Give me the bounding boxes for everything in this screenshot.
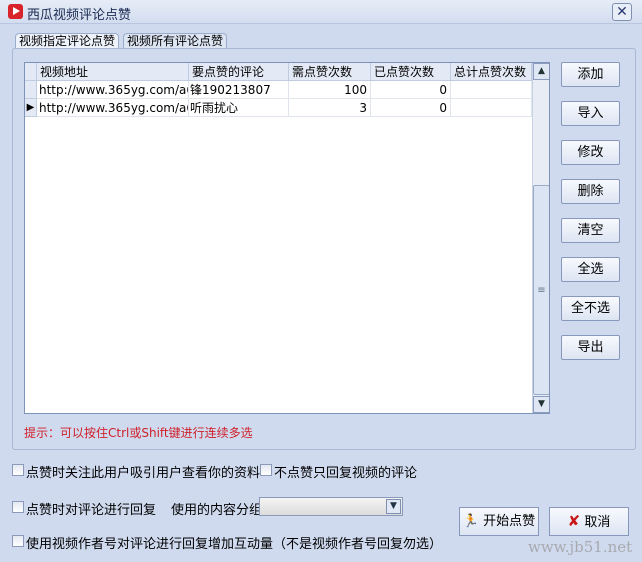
app-play-icon <box>8 4 23 19</box>
cell-done[interactable]: 0 <box>371 81 451 99</box>
cell-needed[interactable]: 100 <box>289 81 371 99</box>
hint-text: 提示：可以按住Ctrl或Shift键进行连续多选 <box>24 426 253 440</box>
scroll-down-icon[interactable]: ▼ <box>533 396 549 413</box>
scroll-up-icon[interactable]: ▲ <box>533 63 549 80</box>
follow-user-checkbox[interactable] <box>12 464 24 476</box>
export-button[interactable]: 导出 <box>561 335 620 360</box>
cell-needed[interactable]: 3 <box>289 99 371 117</box>
content-group-label: 使用的内容分组 <box>171 503 263 518</box>
reply-comment-checkbox[interactable] <box>12 501 24 513</box>
start-like-button[interactable]: 🏃 开始点赞 <box>459 507 539 536</box>
header-indicator <box>25 63 37 81</box>
column-header-total[interactable]: 总计点赞次数 <box>451 63 532 81</box>
current-row-arrow-icon[interactable]: ▶ <box>25 99 37 117</box>
cell-url[interactable]: http://www.365yg.com/a6523 <box>37 81 189 99</box>
reply-comment-label[interactable]: 点赞时对评论进行回复 <box>26 499 156 518</box>
start-like-label: 开始点赞 <box>483 514 536 529</box>
edit-button[interactable]: 修改 <box>561 140 620 165</box>
tab-specified-comments[interactable]: 视频指定评论点赞 <box>15 33 120 49</box>
column-header-needed[interactable]: 需点赞次数 <box>289 63 371 81</box>
cell-done[interactable]: 0 <box>371 99 451 117</box>
title-bar: 西瓜视频评论点赞 ✕ <box>0 0 642 24</box>
cell-total[interactable] <box>451 99 532 117</box>
cancel-label: 取消 <box>584 515 611 530</box>
window-title: 西瓜视频评论点赞 <box>27 8 132 23</box>
column-header-comment[interactable]: 要点赞的评论 <box>189 63 289 81</box>
reply-only-checkbox[interactable] <box>260 464 272 476</box>
running-man-icon: 🏃 <box>462 514 480 529</box>
tab-all-comments[interactable]: 视频所有评论点赞 <box>123 33 228 49</box>
column-header-done[interactable]: 已点赞次数 <box>371 63 451 81</box>
column-header-url[interactable]: 视频地址 <box>37 63 189 81</box>
task-grid[interactable]: 视频地址 要点赞的评论 需点赞次数 已点赞次数 总计点赞次数 http://ww… <box>24 62 550 414</box>
chevron-down-icon[interactable]: ▼ <box>386 499 401 514</box>
select-none-button[interactable]: 全不选 <box>561 296 620 321</box>
select-all-button[interactable]: 全选 <box>561 257 620 282</box>
cell-url[interactable]: http://www.365yg.com/a6523 <box>37 99 189 117</box>
author-reply-checkbox[interactable] <box>12 535 24 547</box>
cancel-button[interactable]: ✘ 取消 <box>549 507 629 536</box>
import-button[interactable]: 导入 <box>561 101 620 126</box>
author-reply-label[interactable]: 使用视频作者号对评论进行回复增加互动量（不是视频作者号回复勿选） <box>26 533 442 552</box>
scroll-thumb[interactable]: ≡ <box>533 185 549 395</box>
close-button[interactable]: ✕ <box>612 3 632 21</box>
cell-comment[interactable]: 锋190213807 <box>189 81 289 99</box>
delete-button[interactable]: 删除 <box>561 179 620 204</box>
reply-only-label[interactable]: 不点赞只回复视频的评论 <box>274 462 417 481</box>
cell-comment[interactable]: 听雨扰心 <box>189 99 289 117</box>
follow-user-label[interactable]: 点赞时关注此用户吸引用户查看你的资料 <box>26 462 260 481</box>
clear-button[interactable]: 清空 <box>561 218 620 243</box>
vertical-scrollbar[interactable]: ▲ ≡ ▼ <box>532 63 549 413</box>
red-x-icon: ✘ <box>567 512 581 530</box>
cell-total[interactable] <box>451 81 532 99</box>
content-group-select[interactable]: ▼ <box>259 497 403 516</box>
watermark: www.jb51.net <box>528 538 633 556</box>
add-button[interactable]: 添加 <box>561 62 620 87</box>
row-indicator[interactable] <box>25 81 37 99</box>
